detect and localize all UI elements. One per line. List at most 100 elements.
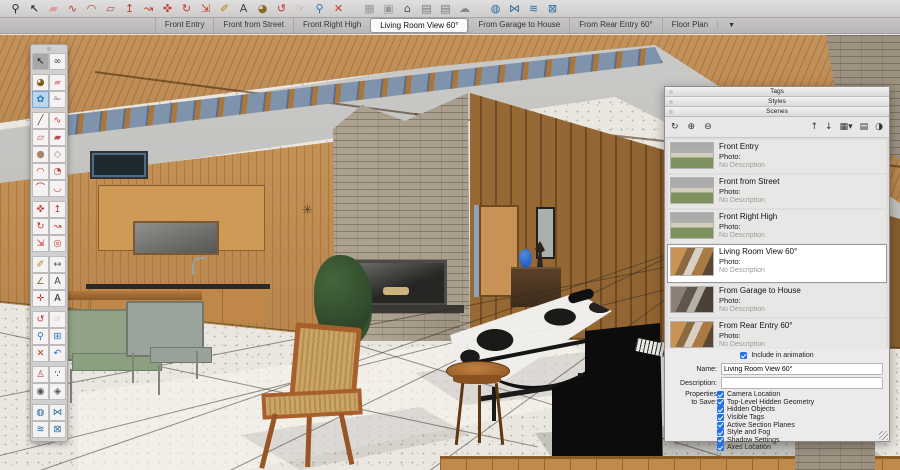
tool-rotated-rectangle-icon[interactable]: ▰: [49, 129, 66, 146]
freehand-icon[interactable]: ∿: [63, 0, 82, 17]
share-model-icon[interactable]: ☁: [455, 0, 474, 17]
display-section-planes-icon[interactable]: ⋈: [505, 0, 524, 17]
paint-bucket-icon[interactable]: ◕: [253, 0, 272, 17]
tool-pan-icon[interactable]: ☞: [49, 311, 66, 328]
arc-icon[interactable]: ◠: [82, 0, 101, 17]
tool-walk-icon[interactable]: ∵: [49, 366, 66, 383]
scene-tabs-overflow-icon[interactable]: ▼: [717, 21, 745, 30]
tool-previous-view-icon[interactable]: ↶: [49, 345, 66, 362]
move-icon[interactable]: ✜: [158, 0, 177, 17]
scene-list-item[interactable]: From Garage to House Photo: No Descripti…: [668, 284, 886, 317]
search-icon[interactable]: ⚲: [6, 0, 25, 17]
tool-display-section-cuts-icon[interactable]: ≋: [32, 421, 49, 438]
collapse-dot-icon[interactable]: [669, 90, 673, 94]
tool-zoom-icon[interactable]: ⚲: [32, 328, 49, 345]
rectangle-icon[interactable]: ▱: [101, 0, 120, 17]
tool-arc-icon[interactable]: ◠: [32, 163, 49, 180]
tool-look-around-icon[interactable]: ◉: [32, 383, 49, 400]
tool-offset-icon[interactable]: ◎: [49, 235, 66, 252]
standard-views-icon[interactable]: ▣: [379, 0, 398, 17]
tool-select-icon[interactable]: ↖: [32, 53, 49, 70]
tool-move-icon[interactable]: ✜: [32, 201, 49, 218]
move-scene-up-icon[interactable]: ↑: [811, 118, 819, 136]
tool-three-point-arc-icon[interactable]: ◡: [49, 180, 66, 197]
orbit-icon[interactable]: ↺: [272, 0, 291, 17]
eraser-icon[interactable]: ▰: [44, 0, 63, 17]
tool-protractor-icon[interactable]: ∠: [32, 273, 49, 290]
tool-position-camera-icon[interactable]: ♙: [32, 366, 49, 383]
tool-zoom-window-icon[interactable]: ⊞: [49, 328, 66, 345]
view-options-icon[interactable]: ▦▾: [840, 118, 853, 136]
zoom-icon[interactable]: ⚲: [310, 0, 329, 17]
tool-pivot-icon[interactable]: ◈: [49, 383, 66, 400]
remove-scene-icon[interactable]: ⊖: [704, 118, 712, 136]
tool-text-icon[interactable]: A: [49, 273, 66, 290]
tool-push-pull-icon[interactable]: ↥: [49, 201, 66, 218]
tool-circle-icon[interactable]: ●: [32, 146, 49, 163]
resize-handle[interactable]: [879, 431, 888, 440]
pan-icon[interactable]: ☞: [291, 0, 310, 17]
tool-axes-icon[interactable]: ✛: [32, 290, 49, 307]
tool-two-point-arc-icon[interactable]: ⌒: [32, 180, 49, 197]
display-section-cuts-icon[interactable]: ≋: [524, 0, 543, 17]
tool-3d-text-icon[interactable]: A: [49, 290, 66, 307]
collapse-dot-icon[interactable]: [669, 110, 673, 114]
scene-list-item[interactable]: Front from Street Photo: No Description: [668, 175, 886, 208]
scene-tab[interactable]: Living Room View 60°: [370, 18, 468, 33]
scenes-panel-header[interactable]: Scenes: [665, 107, 889, 117]
tool-section-plane-icon[interactable]: ◍: [32, 404, 49, 421]
property-checkbox[interactable]: [717, 391, 724, 398]
include-in-animation-checkbox[interactable]: [740, 352, 747, 359]
tool-tape-measure-icon[interactable]: ✐: [32, 256, 49, 273]
tool-zoom-extents-icon[interactable]: ✕: [32, 345, 49, 362]
tool-knife-icon[interactable]: ✁: [49, 91, 66, 108]
home-icon[interactable]: ⌂: [398, 0, 417, 17]
property-checkbox[interactable]: [717, 437, 724, 444]
scene-tab[interactable]: Front Entry: [155, 18, 214, 33]
update-scene-icon[interactable]: ↻: [671, 118, 679, 136]
push-pull-icon[interactable]: ↥: [120, 0, 139, 17]
scene-list-item[interactable]: From Rear Entry 60° Photo: No Descriptio…: [668, 319, 886, 349]
property-checkbox[interactable]: [717, 406, 724, 413]
previous-view-icon[interactable]: ▦: [360, 0, 379, 17]
scene-list-item[interactable]: Front Entry Photo: No Description: [668, 140, 886, 173]
tags-panel-header[interactable]: Tags: [665, 87, 889, 97]
section-plane-icon[interactable]: ◍: [486, 0, 505, 17]
scene-tab[interactable]: From Rear Entry 60°: [569, 18, 661, 33]
tool-paint-bucket-icon[interactable]: ◕: [32, 74, 49, 91]
tool-scale-icon[interactable]: ⇲: [32, 235, 49, 252]
tool-pattern-paint-icon[interactable]: ✿: [32, 91, 49, 108]
tool-lasso-icon[interactable]: ∞: [49, 53, 66, 70]
tool-polygon-icon[interactable]: ◇: [49, 146, 66, 163]
tool-rotate-icon[interactable]: ↻: [32, 218, 49, 235]
tool-pie-icon[interactable]: ◔: [49, 163, 66, 180]
tool-freehand-icon[interactable]: ∿: [49, 112, 66, 129]
page-setup-icon[interactable]: ▤: [436, 0, 455, 17]
property-checkbox[interactable]: [717, 429, 724, 436]
tool-eraser-icon[interactable]: ▰: [49, 74, 66, 91]
tool-orbit-icon[interactable]: ↺: [32, 311, 49, 328]
move-scene-down-icon[interactable]: ↓: [825, 118, 833, 136]
zoom-extents-icon[interactable]: ✕: [329, 0, 348, 17]
tape-measure-icon[interactable]: ✐: [215, 0, 234, 17]
styles-panel-header[interactable]: Styles: [665, 97, 889, 107]
property-checkbox[interactable]: [717, 399, 724, 406]
add-scene-icon[interactable]: ⊕: [688, 118, 696, 136]
property-checkbox[interactable]: [717, 444, 724, 451]
scene-name-input[interactable]: [721, 363, 883, 375]
scale-icon[interactable]: ⇲: [196, 0, 215, 17]
scene-tab[interactable]: Front Right High: [293, 18, 370, 33]
scene-list-item[interactable]: Living Room View 60° Photo: No Descripti…: [668, 245, 886, 282]
property-checkbox[interactable]: [717, 414, 724, 421]
tool-rectangle-icon[interactable]: ▱: [32, 129, 49, 146]
scene-list-item[interactable]: Front Right High Photo: No Description: [668, 210, 886, 243]
text-icon[interactable]: A: [234, 0, 253, 17]
toggle-details-icon[interactable]: ◑: [875, 118, 883, 136]
scene-tab[interactable]: From Garage to House: [468, 18, 569, 33]
scene-tab[interactable]: Front from Street: [213, 18, 292, 33]
tool-line-icon[interactable]: ╱: [32, 112, 49, 129]
follow-me-icon[interactable]: ↝: [139, 0, 158, 17]
tool-follow-me-icon[interactable]: ↝: [49, 218, 66, 235]
tool-display-section-planes-icon[interactable]: ⋈: [49, 404, 66, 421]
tool-dimension-icon[interactable]: ↔: [49, 256, 66, 273]
